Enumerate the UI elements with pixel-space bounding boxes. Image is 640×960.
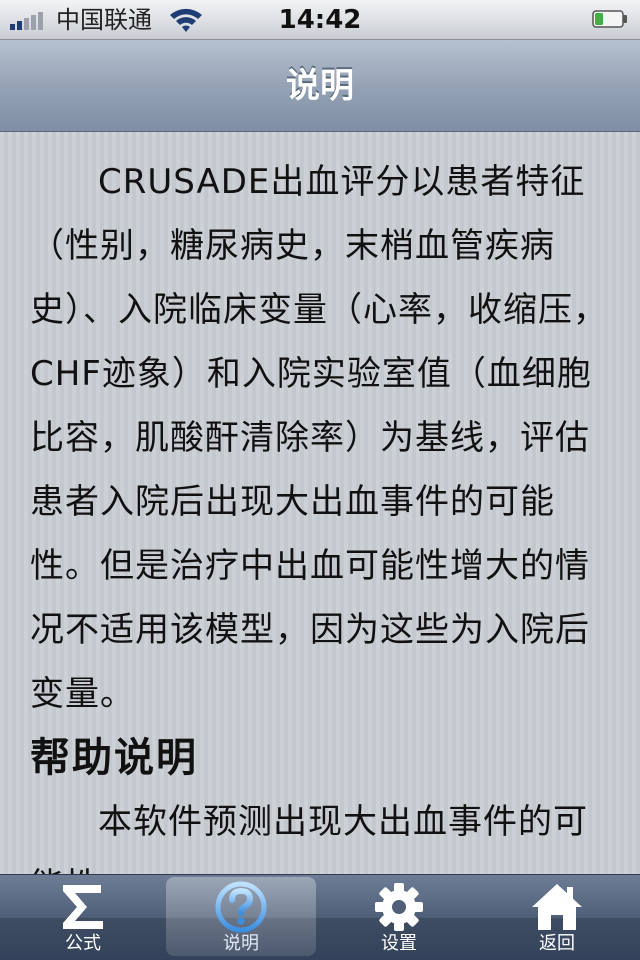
tab-settings[interactable]: 设置 [324, 877, 474, 956]
status-bar: 中国联通 14:42 [0, 0, 640, 40]
app-screen: 中国联通 14:42 说明 CRUSADE出血评分以患者特征（性别，糖尿病史，末… [0, 0, 640, 960]
help-icon [215, 881, 267, 933]
tab-back[interactable]: 返回 [482, 877, 632, 956]
status-time: 14:42 [278, 5, 362, 35]
tab-description[interactable]: 说明 [166, 877, 316, 956]
battery-icon [592, 10, 627, 28]
tab-label: 说明 [223, 933, 259, 954]
tab-formula[interactable]: 公式 [8, 877, 158, 956]
sigma-icon [63, 885, 103, 929]
help-description-text: 本软件预测出现大出血事件的可能性。 [30, 802, 588, 874]
help-heading: 帮助说明 [30, 735, 198, 781]
home-icon [532, 884, 582, 930]
tab-label: 返回 [539, 933, 575, 954]
gear-icon [375, 883, 423, 931]
navigation-bar: 说明 [0, 40, 640, 132]
tab-bar: 公式 说明 设置 返回 [0, 874, 640, 960]
tab-label: 设置 [381, 933, 417, 954]
description-content[interactable]: CRUSADE出血评分以患者特征（性别，糖尿病史，末梢血管疾病史）、入院临床变量… [0, 132, 640, 874]
tab-label: 公式 [65, 933, 101, 954]
crusade-description-text: CRUSADE出血评分以患者特征（性别，糖尿病史，末梢血管疾病史）、入院临床变量… [30, 162, 608, 714]
page-title: 说明 [286, 66, 354, 106]
